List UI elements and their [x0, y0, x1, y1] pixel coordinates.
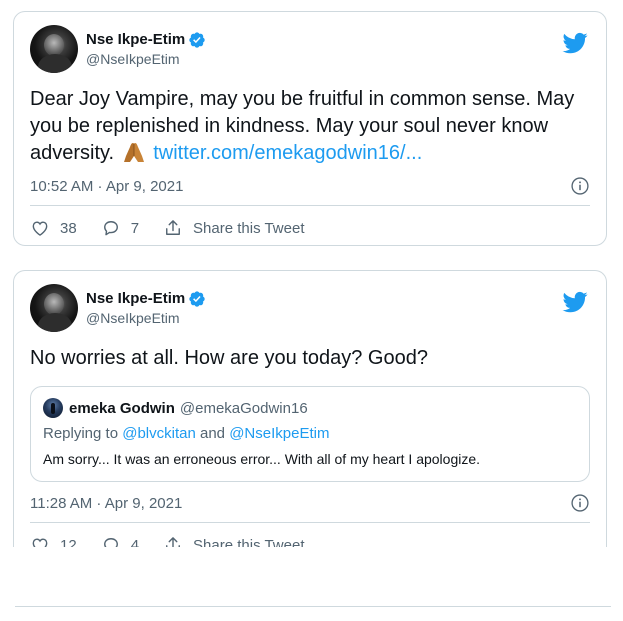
author-display-name[interactable]: Nse Ikpe-Etim	[86, 30, 185, 50]
tweet-meta: 11:28 AM · Apr 9, 2021	[30, 492, 590, 514]
cropped-area	[0, 547, 623, 577]
twitter-bird-icon[interactable]	[562, 30, 588, 56]
timestamp[interactable]: 11:28 AM · Apr 9, 2021	[30, 495, 182, 512]
reply-button[interactable]: 7	[101, 218, 139, 238]
quoted-tweet-text: Am sorry... It was an erroneous error...…	[43, 451, 481, 467]
replying-to-link[interactable]: @NseIkpeEtim	[229, 425, 329, 442]
tweet-card[interactable]: Nse Ikpe-Etim @NseIkpeEtim Dear Joy Vamp…	[13, 11, 607, 246]
tweet-header: Nse Ikpe-Etim @NseIkpeEtim	[30, 283, 590, 333]
avatar	[43, 398, 63, 418]
twitter-bird-icon[interactable]	[562, 289, 588, 315]
tweet-card[interactable]: Nse Ikpe-Etim @NseIkpeEtim No worries at…	[13, 270, 607, 570]
timestamp[interactable]: 10:52 AM · Apr 9, 2021	[30, 178, 183, 195]
avatar[interactable]	[30, 25, 78, 73]
info-icon[interactable]	[570, 176, 590, 196]
tweet-header: Nse Ikpe-Etim @NseIkpeEtim	[30, 24, 590, 74]
avatar[interactable]	[30, 284, 78, 332]
author-names: Nse Ikpe-Etim @NseIkpeEtim	[86, 289, 206, 328]
author-display-name[interactable]: Nse Ikpe-Etim	[86, 289, 185, 309]
verified-badge-icon	[189, 290, 205, 307]
quoted-author-handle: @emekaGodwin16	[179, 399, 308, 417]
divider	[15, 606, 611, 607]
tweet-actions: 38 7 Share this Tweet	[30, 206, 590, 250]
heart-icon	[32, 221, 48, 236]
quoted-tweet[interactable]: emeka Godwin @emekaGodwin16 Replying to …	[30, 386, 590, 482]
tweet-link[interactable]: twitter.com/emekagodwin16/...	[153, 142, 422, 164]
author-handle[interactable]: @NseIkpeEtim	[86, 309, 206, 328]
replying-to-and: and	[199, 425, 226, 442]
like-count: 38	[60, 219, 77, 237]
quoted-tweet-header: emeka Godwin @emekaGodwin16	[43, 397, 577, 419]
folded-hands-icon	[123, 143, 144, 162]
replying-to-link[interactable]: @blvckitan	[122, 425, 196, 442]
tweet-text: No worries at all. How are you today? Go…	[30, 347, 428, 369]
share-icon	[166, 220, 180, 235]
reply-bubble-icon	[103, 221, 118, 236]
tweet-text: Dear Joy Vampire, may you be fruitful in…	[30, 86, 590, 167]
author-names: Nse Ikpe-Etim @NseIkpeEtim	[86, 30, 206, 69]
like-button[interactable]: 38	[30, 218, 77, 238]
share-label: Share this Tweet	[193, 219, 305, 237]
share-button[interactable]: Share this Tweet	[163, 218, 304, 238]
author-handle[interactable]: @NseIkpeEtim	[86, 50, 206, 69]
replying-to: Replying to @blvckitan and @NseIkpeEtim	[43, 424, 577, 444]
replying-to-prefix: Replying to	[43, 425, 119, 442]
info-icon[interactable]	[570, 493, 590, 513]
quoted-author-name: emeka Godwin	[69, 399, 175, 417]
verified-badge-icon	[189, 31, 205, 48]
tweet-meta: 10:52 AM · Apr 9, 2021	[30, 175, 590, 197]
reply-count: 7	[130, 219, 140, 237]
